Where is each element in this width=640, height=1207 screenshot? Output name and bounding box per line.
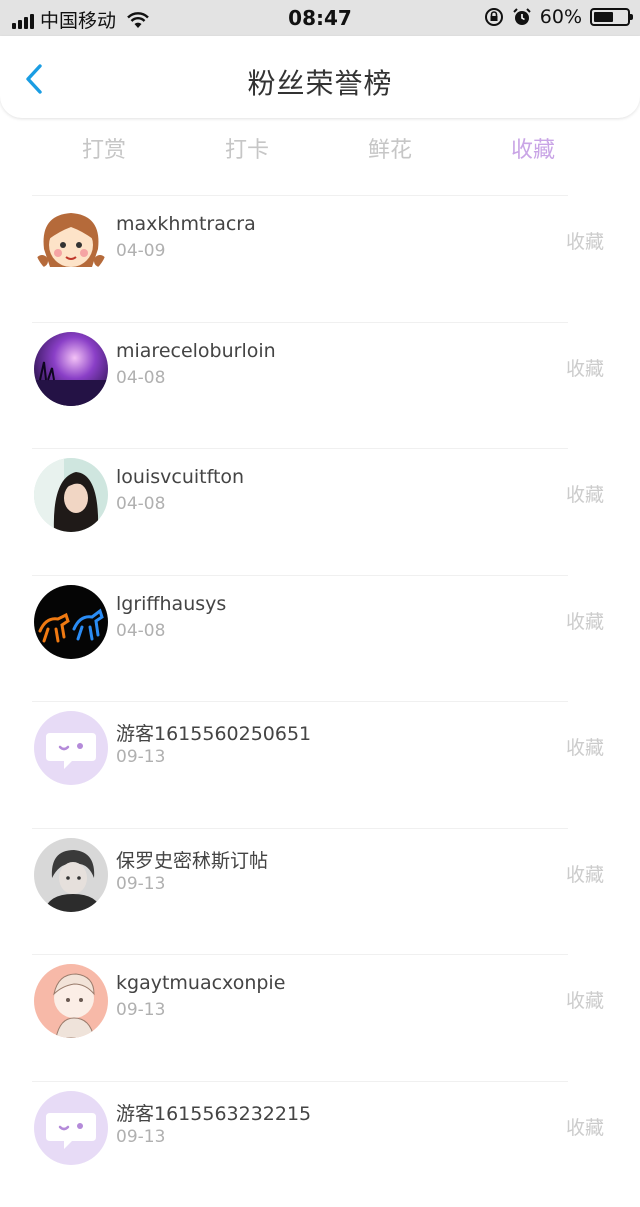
fan-date: 09-13 bbox=[116, 747, 165, 767]
fan-action-label: 收藏 bbox=[566, 227, 604, 254]
fan-action-label: 收藏 bbox=[566, 480, 604, 507]
list-item[interactable]: maxkhmtracra 04-09 收藏 bbox=[0, 195, 640, 322]
battery-icon bbox=[590, 8, 630, 26]
tab-flowers[interactable]: 鲜花 bbox=[368, 132, 412, 164]
tab-checkin[interactable]: 打卡 bbox=[225, 132, 269, 164]
status-bar-right: 60% bbox=[484, 6, 630, 28]
divider bbox=[32, 322, 568, 323]
fan-date: 04-08 bbox=[116, 621, 165, 641]
fan-date: 09-13 bbox=[116, 1000, 165, 1020]
default-chat-bubble-avatar[interactable] bbox=[34, 711, 108, 785]
fan-action-label: 收藏 bbox=[566, 860, 604, 887]
list-item[interactable]: kgaytmuacxonpie 09-13 收藏 bbox=[0, 954, 640, 1081]
fan-action-label: 收藏 bbox=[566, 986, 604, 1013]
alarm-icon bbox=[512, 7, 532, 27]
fan-name: 游客1615563232215 bbox=[116, 1099, 311, 1126]
fan-action-label: 收藏 bbox=[566, 354, 604, 381]
fan-name: lgriffhausys bbox=[116, 593, 226, 615]
fan-date: 09-13 bbox=[116, 1127, 165, 1147]
divider bbox=[32, 954, 568, 955]
battery-percent: 60% bbox=[540, 6, 582, 28]
list-item[interactable]: 保罗史密秫斯订帖 09-13 收藏 bbox=[0, 828, 640, 955]
list-item[interactable]: miareceloburloin 04-08 收藏 bbox=[0, 322, 640, 449]
fan-date: 09-13 bbox=[116, 874, 165, 894]
fan-name: 游客1615560250651 bbox=[116, 719, 311, 746]
glowing-horses-avatar[interactable] bbox=[34, 585, 108, 659]
fan-action-label: 收藏 bbox=[566, 1113, 604, 1140]
tab-favorites[interactable]: 收藏 bbox=[511, 132, 555, 164]
fan-date: 04-09 bbox=[116, 241, 165, 261]
divider bbox=[32, 575, 568, 576]
fan-action-label: 收藏 bbox=[566, 607, 604, 634]
default-chat-bubble-avatar[interactable] bbox=[34, 1091, 108, 1165]
fan-name: louisvcuitfton bbox=[116, 466, 244, 488]
list-item[interactable]: louisvcuitfton 04-08 收藏 bbox=[0, 448, 640, 575]
fan-name: maxkhmtracra bbox=[116, 213, 256, 235]
divider bbox=[32, 701, 568, 702]
fan-list: maxkhmtracra 04-09 收藏 miareceloburloin 0… bbox=[0, 195, 640, 1207]
fan-name: miareceloburloin bbox=[116, 340, 276, 362]
list-item[interactable]: lgriffhausys 04-08 收藏 bbox=[0, 575, 640, 702]
divider bbox=[32, 1081, 568, 1082]
boy-photo-avatar[interactable] bbox=[34, 838, 108, 912]
divider bbox=[32, 448, 568, 449]
status-bar: 中国移动 08:47 60% bbox=[0, 0, 640, 36]
battery-fill bbox=[594, 12, 613, 22]
cartoon-girl-avatar[interactable] bbox=[34, 205, 108, 279]
page-title: 粉丝荣誉榜 bbox=[0, 62, 640, 102]
fan-date: 04-08 bbox=[116, 368, 165, 388]
fan-name: kgaytmuacxonpie bbox=[116, 972, 285, 994]
divider bbox=[32, 828, 568, 829]
tab-bar: 打赏 打卡 鲜花 收藏 bbox=[0, 132, 640, 172]
purple-sunset-avatar[interactable] bbox=[34, 332, 108, 406]
nav-bar: 粉丝荣誉榜 bbox=[0, 36, 640, 118]
list-item[interactable]: 游客1615563232215 09-13 收藏 bbox=[0, 1081, 640, 1207]
orientation-lock-icon bbox=[484, 7, 504, 27]
fan-name: 保罗史密秫斯订帖 bbox=[116, 846, 268, 873]
fan-action-label: 收藏 bbox=[566, 733, 604, 760]
woman-photo-avatar[interactable] bbox=[34, 458, 108, 532]
anime-sketch-avatar[interactable] bbox=[34, 964, 108, 1038]
tab-reward[interactable]: 打赏 bbox=[82, 132, 126, 164]
fan-date: 04-08 bbox=[116, 494, 165, 514]
list-item[interactable]: 游客1615560250651 09-13 收藏 bbox=[0, 701, 640, 828]
divider bbox=[32, 195, 568, 196]
